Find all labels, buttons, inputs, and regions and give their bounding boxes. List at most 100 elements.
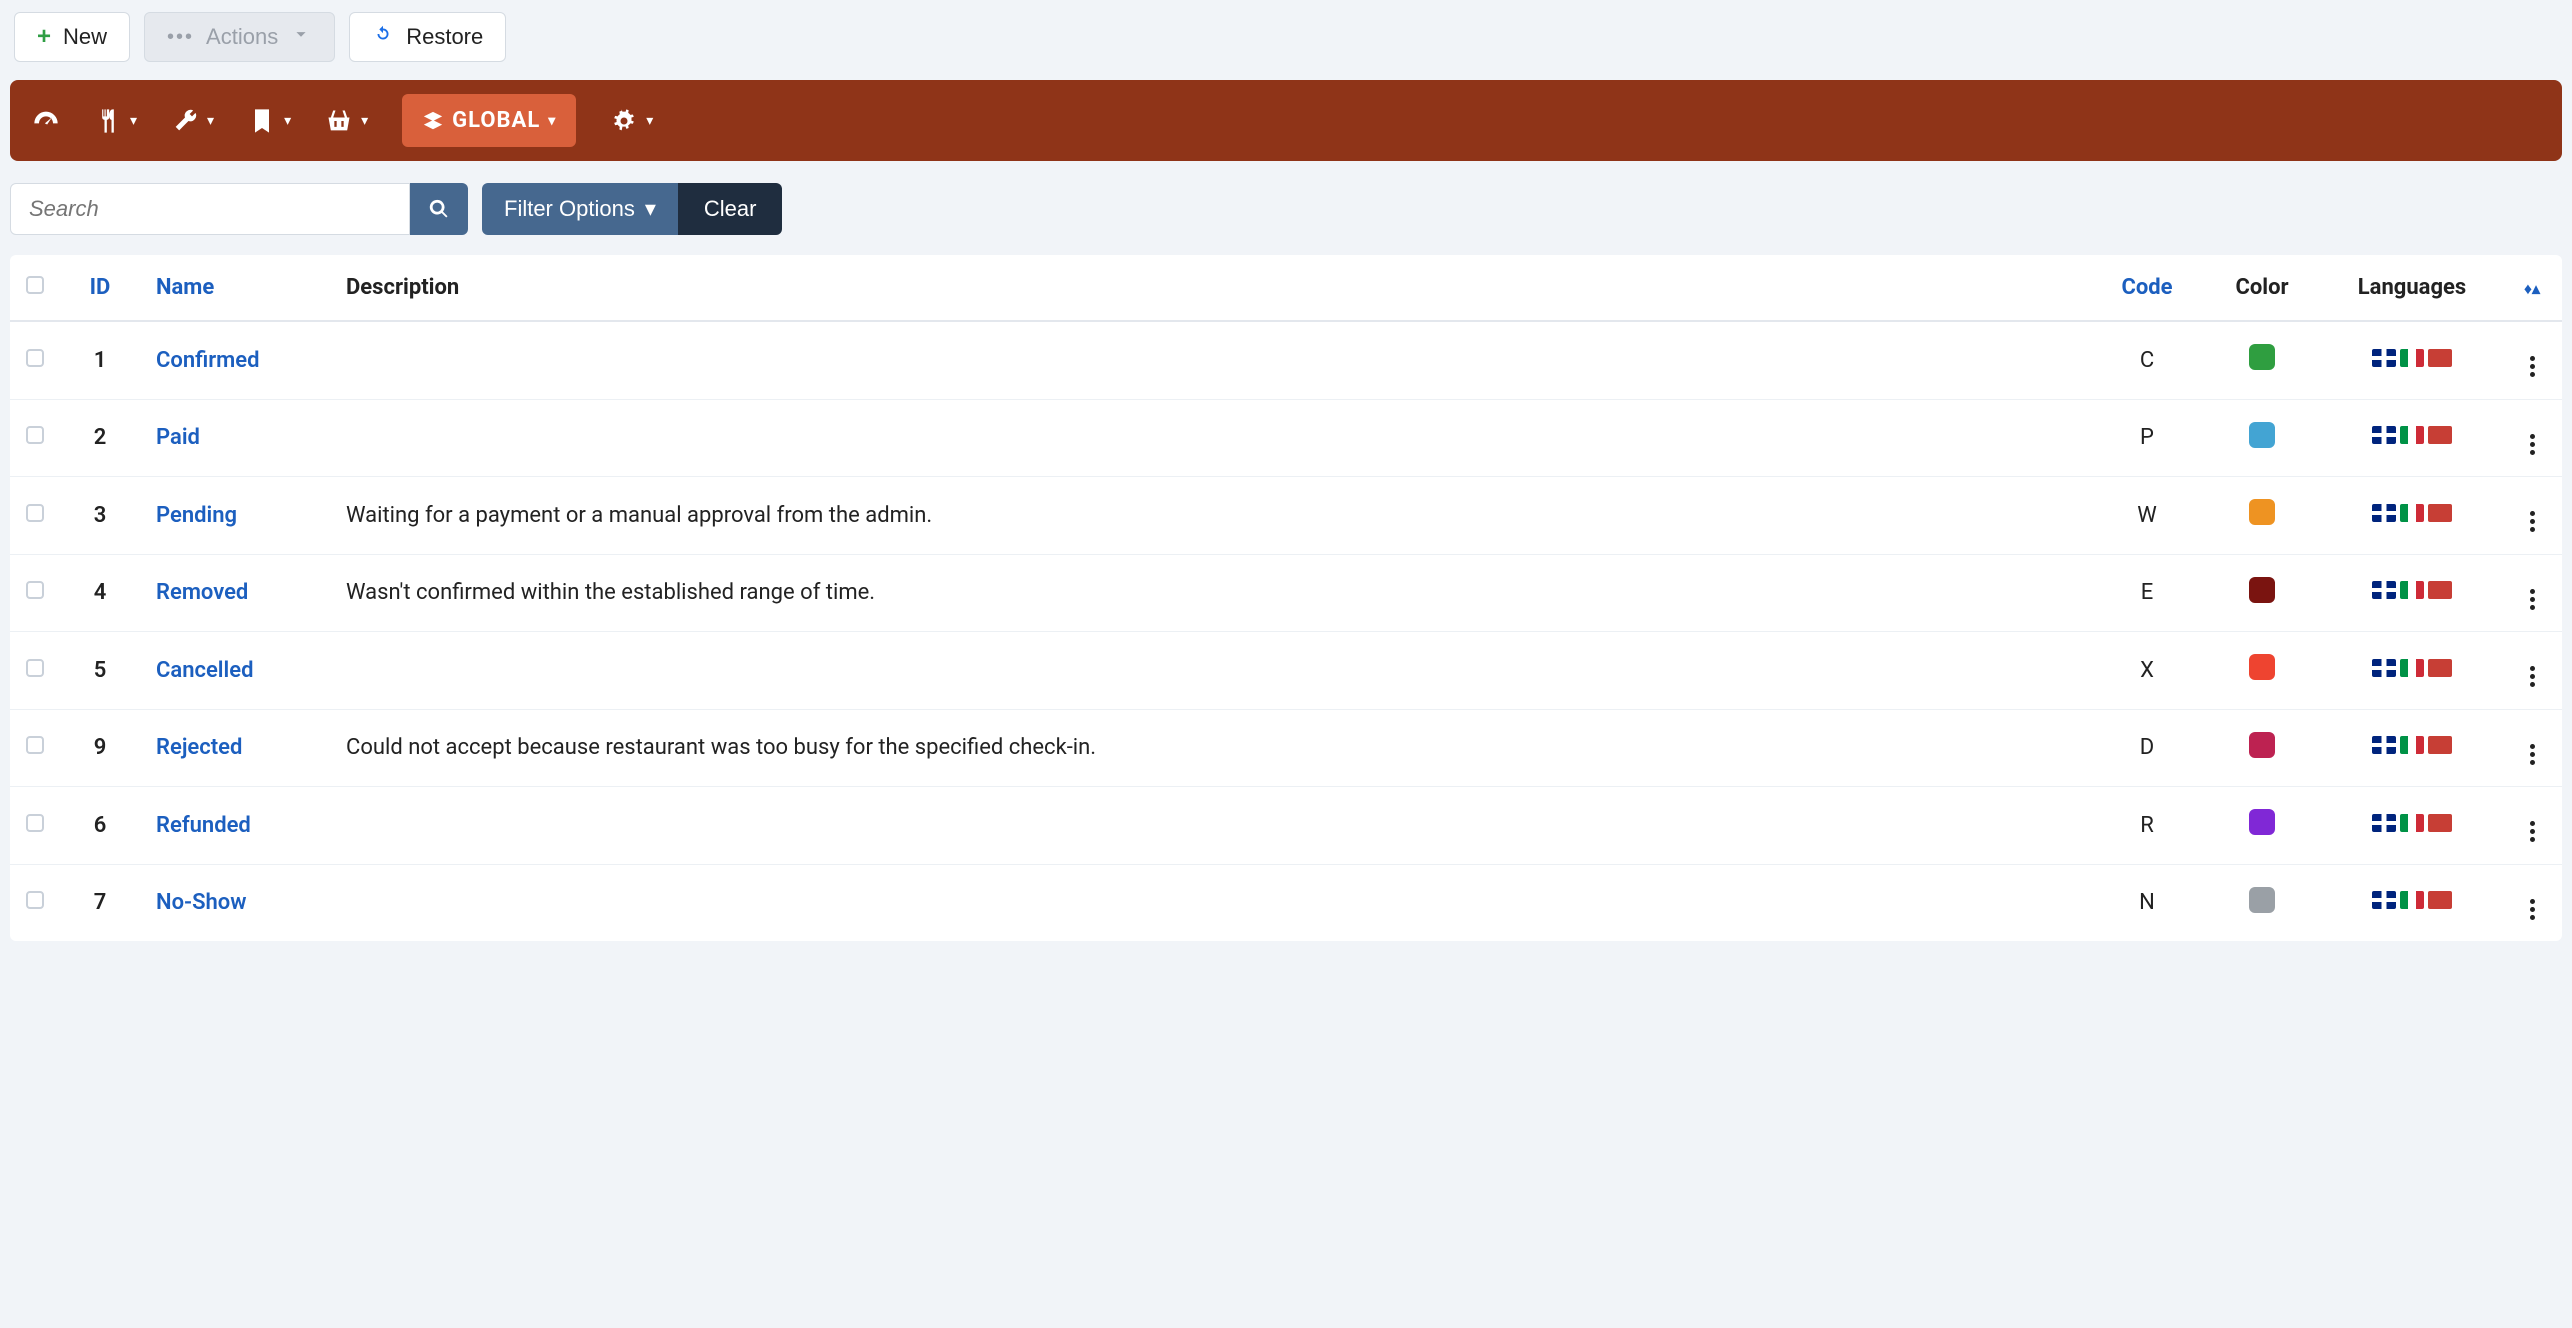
row-languages <box>2372 349 2452 367</box>
row-actions-menu[interactable] <box>2520 820 2544 844</box>
nav-global-label: GLOBAL <box>452 108 540 133</box>
search-input[interactable] <box>10 183 410 235</box>
row-checkbox[interactable] <box>26 426 44 444</box>
row-actions-menu[interactable] <box>2520 665 2544 689</box>
chevron-down-icon <box>290 23 312 51</box>
row-actions-menu[interactable] <box>2520 587 2544 611</box>
row-actions-menu[interactable] <box>2520 897 2544 921</box>
nav-dashboard[interactable] <box>32 107 60 135</box>
row-name-link[interactable]: Refunded <box>156 813 251 838</box>
search-button[interactable] <box>410 183 468 235</box>
row-name-link[interactable]: Removed <box>156 580 248 605</box>
flag-uk-icon <box>2372 504 2396 522</box>
clear-button[interactable]: Clear <box>678 183 783 235</box>
flag-uk-icon <box>2372 814 2396 832</box>
row-checkbox[interactable] <box>26 814 44 832</box>
color-swatch <box>2249 577 2275 603</box>
row-id: 2 <box>60 399 140 477</box>
clear-button-label: Clear <box>704 196 757 221</box>
row-checkbox[interactable] <box>26 581 44 599</box>
row-code: W <box>2092 477 2202 555</box>
table-row: 1ConfirmedC <box>10 321 2562 399</box>
row-checkbox[interactable] <box>26 349 44 367</box>
nav-settings[interactable]: ▾ <box>610 107 653 135</box>
row-languages <box>2372 581 2452 599</box>
flag-it-icon <box>2400 581 2424 599</box>
table-row: 9RejectedCould not accept because restau… <box>10 709 2562 787</box>
nav-restaurant[interactable]: ▾ <box>94 107 137 135</box>
flag-it-icon <box>2400 659 2424 677</box>
flag-red-icon <box>2428 891 2452 909</box>
col-description[interactable]: Description <box>330 255 2092 321</box>
row-id: 7 <box>60 864 140 941</box>
color-swatch <box>2249 887 2275 913</box>
table-row: 6RefundedR <box>10 787 2562 865</box>
row-name-link[interactable]: Paid <box>156 425 200 450</box>
sort-icon: ♦▴ <box>2524 279 2540 298</box>
row-languages <box>2372 504 2452 522</box>
row-description: Wasn't confirmed within the established … <box>330 554 2092 632</box>
row-code: N <box>2092 864 2202 941</box>
table-row: 7 No-Show N <box>10 864 2562 941</box>
flag-uk-icon <box>2372 736 2396 754</box>
row-checkbox[interactable] <box>26 736 44 754</box>
flag-uk-icon <box>2372 581 2396 599</box>
nav-tools[interactable]: ▾ <box>171 107 214 135</box>
color-swatch <box>2249 344 2275 370</box>
nav-basket[interactable]: ▾ <box>325 107 368 135</box>
row-languages <box>2372 736 2452 754</box>
flag-red-icon <box>2428 736 2452 754</box>
color-swatch <box>2249 422 2275 448</box>
flag-it-icon <box>2400 504 2424 522</box>
row-checkbox[interactable] <box>26 891 44 909</box>
col-code[interactable]: Code <box>2092 255 2202 321</box>
color-swatch <box>2249 499 2275 525</box>
col-color[interactable]: Color <box>2202 255 2322 321</box>
filter-options-button[interactable]: Filter Options ▾ <box>482 183 678 235</box>
col-name[interactable]: Name <box>140 255 330 321</box>
row-actions-menu[interactable] <box>2520 355 2544 379</box>
nav-global[interactable]: GLOBAL ▾ <box>402 94 576 147</box>
color-swatch <box>2249 809 2275 835</box>
row-actions-menu[interactable] <box>2520 742 2544 766</box>
refresh-icon <box>372 23 394 51</box>
actions-button-label: Actions <box>206 24 278 50</box>
dots-icon: ••• <box>167 26 194 49</box>
table-row: 4 Removed Wasn't confirmed within the esta… <box>10 554 2562 632</box>
flag-uk-icon <box>2372 891 2396 909</box>
nav-bookmark[interactable]: ▾ <box>248 107 291 135</box>
row-actions-menu[interactable] <box>2520 432 2544 456</box>
plus-icon: + <box>37 23 51 51</box>
row-description <box>330 399 2092 477</box>
gears-icon <box>610 107 638 135</box>
row-code: X <box>2092 632 2202 710</box>
col-sort[interactable]: ♦▴ <box>2502 255 2562 321</box>
chevron-down-icon: ▾ <box>548 113 556 129</box>
row-name-link[interactable]: No-Show <box>156 890 246 915</box>
row-id: 4 <box>60 554 140 632</box>
row-checkbox[interactable] <box>26 659 44 677</box>
new-button[interactable]: + New <box>14 12 130 62</box>
row-actions-menu[interactable] <box>2520 510 2544 534</box>
select-all-checkbox[interactable] <box>26 276 44 294</box>
row-name-link[interactable]: Pending <box>156 503 237 528</box>
flag-it-icon <box>2400 891 2424 909</box>
row-checkbox[interactable] <box>26 504 44 522</box>
chevron-down-icon: ▾ <box>207 113 214 129</box>
flag-red-icon <box>2428 426 2452 444</box>
row-name-link[interactable]: Confirmed <box>156 348 260 373</box>
flag-red-icon <box>2428 581 2452 599</box>
col-id[interactable]: ID <box>60 255 140 321</box>
flag-it-icon <box>2400 426 2424 444</box>
row-languages <box>2372 659 2452 677</box>
table-row: 2PaidP <box>10 399 2562 477</box>
restore-button[interactable]: Restore <box>349 12 506 62</box>
color-swatch <box>2249 654 2275 680</box>
row-name-link[interactable]: Rejected <box>156 735 242 760</box>
col-languages[interactable]: Languages <box>2322 255 2502 321</box>
row-name-link[interactable]: Cancelled <box>156 658 253 683</box>
flag-it-icon <box>2400 814 2424 832</box>
chevron-down-icon: ▾ <box>130 113 137 129</box>
gauge-icon <box>32 107 60 135</box>
actions-button[interactable]: ••• Actions <box>144 12 335 62</box>
